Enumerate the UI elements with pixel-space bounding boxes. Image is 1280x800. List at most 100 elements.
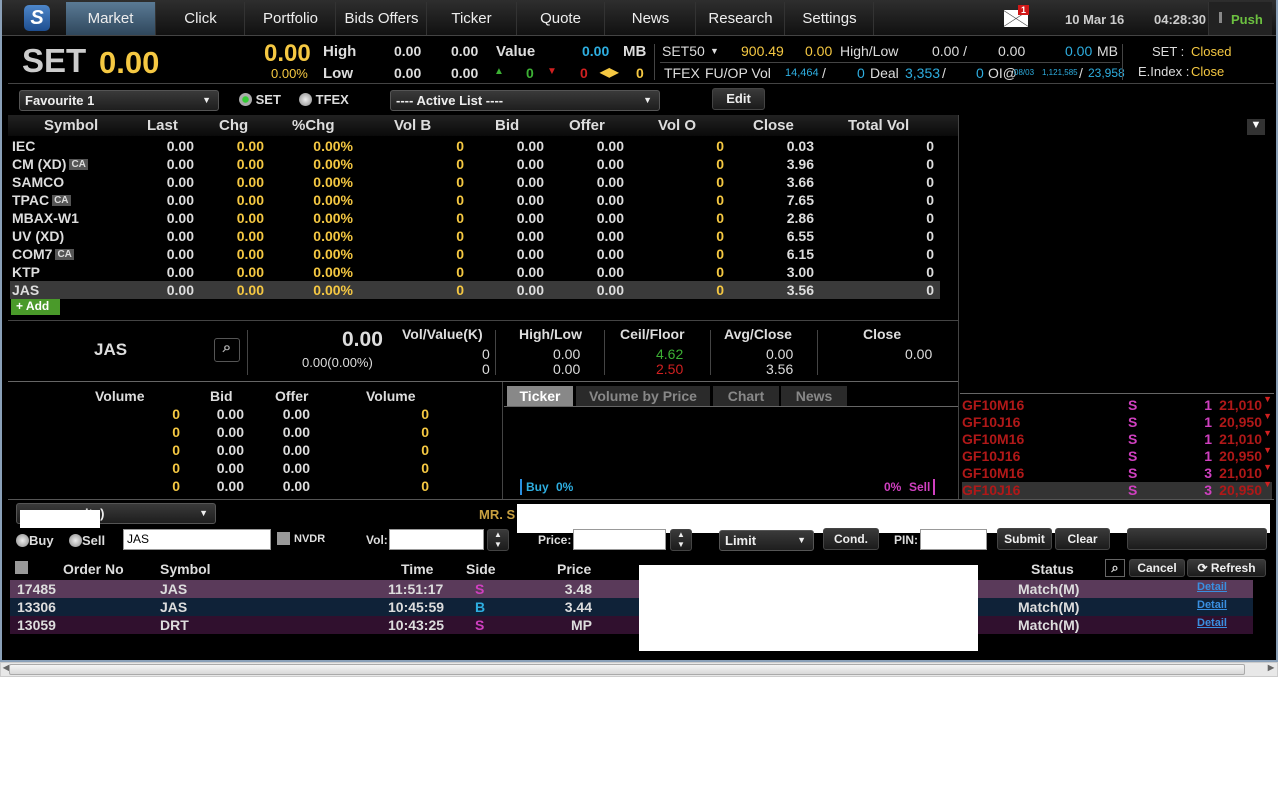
- watchlist-row[interactable]: MBAX-W1 0.00 0.00 0.00% 0 0.00 0.00 0 2.86 0: [10, 209, 940, 227]
- horizontal-scrollbar[interactable]: ◀ ▶: [0, 662, 1278, 677]
- symbol-input[interactable]: JAS: [123, 529, 271, 550]
- watchlist-row[interactable]: CM (XD) CA 0.00 0.00 0.00% 0 0.00 0.00 0 3.96 0: [10, 155, 940, 173]
- order-type-value: Limit: [725, 533, 757, 548]
- column-header-symbol[interactable]: Symbol: [44, 117, 98, 134]
- watchlist-row[interactable]: KTP 0.00 0.00 0.00% 0 0.00 0.00 0 3.00 0: [10, 263, 940, 281]
- select-all-checkbox[interactable]: [15, 561, 28, 574]
- column-header-chg[interactable]: %Chg: [292, 117, 335, 134]
- column-header-bid[interactable]: Bid: [495, 117, 519, 134]
- buy-radio[interactable]: Buy: [16, 533, 54, 548]
- ca-badge: CA: [52, 195, 71, 206]
- bidoffer-cell: 0.00: [216, 424, 244, 440]
- watchlist-row[interactable]: IEC 0.00 0.00 0.00% 0 0.00 0.00 0 0.03 0: [10, 137, 940, 155]
- tab-volume-by-price[interactable]: Volume by Price: [576, 386, 710, 406]
- search-orders-icon[interactable]: ⌕: [1105, 559, 1125, 577]
- column-header-volo[interactable]: Vol O: [658, 117, 696, 134]
- watchlist-row[interactable]: SAMCO 0.00 0.00 0.00% 0 0.00 0.00 0 3.66 0: [10, 173, 940, 191]
- vol-value-label: Vol/Value(K): [402, 326, 483, 342]
- nav-tab-bids-offers[interactable]: Bids Offers: [337, 2, 427, 35]
- op-vol: 0: [857, 65, 865, 81]
- cond-button[interactable]: Cond.: [823, 528, 879, 550]
- column-header-totalvol[interactable]: Total Vol: [848, 117, 909, 134]
- watchlist-row[interactable]: TPAC CA 0.00 0.00 0.00% 0 0.00 0.00 0 7.65 0: [10, 191, 940, 209]
- refresh-button[interactable]: ⟳ Refresh: [1187, 559, 1266, 577]
- watchlist-row[interactable]: COM7 CA 0.00 0.00 0.00% 0 0.00 0.00 0 6.15 0: [10, 245, 940, 263]
- column-header-volb[interactable]: Vol B: [394, 117, 431, 134]
- close-cell: 3.66: [786, 174, 814, 190]
- scroll-thumb[interactable]: [9, 664, 1245, 675]
- order-row[interactable]: 13306 JAS 10:45:59 B 3.44 Match(M) Detail: [10, 598, 1253, 616]
- order-row[interactable]: 13059 DRT 10:43:25 S MP Match(M) Detail: [10, 616, 1253, 634]
- nav-tab-click[interactable]: Click: [157, 2, 245, 35]
- quote-search-icon[interactable]: ⌕: [214, 338, 240, 362]
- watchlist-row[interactable]: UV (XD) 0.00 0.00 0.00% 0 0.00 0.00 0 6.55 0: [10, 227, 940, 245]
- pin-label: PIN:: [894, 533, 918, 547]
- bid-cell: 0.00: [516, 264, 544, 280]
- time: 04:28:30: [1154, 12, 1207, 27]
- blank-button[interactable]: [1127, 528, 1267, 550]
- top-nav: S Market Click Portfolio Bids Offers Ticker Q…: [2, 0, 1276, 36]
- nav-tab-market[interactable]: Market: [66, 2, 156, 35]
- tab-ticker[interactable]: Ticker: [507, 386, 573, 406]
- nav-tab-news[interactable]: News: [606, 2, 696, 35]
- column-header-close[interactable]: Close: [753, 117, 794, 134]
- symbol: JAS: [12, 282, 40, 298]
- nav-tab-ticker[interactable]: Ticker: [427, 2, 517, 35]
- add-button[interactable]: + Add: [11, 299, 60, 315]
- order-type-select[interactable]: Limit ▼: [719, 530, 814, 551]
- column-header-last[interactable]: Last: [147, 117, 178, 134]
- column-header-chg[interactable]: Chg: [219, 117, 248, 134]
- column-header-offer[interactable]: Offer: [569, 117, 605, 134]
- volume: 1: [1204, 414, 1212, 430]
- nav-tab-quote[interactable]: Quote: [517, 2, 605, 35]
- close-value: 0.00: [905, 346, 933, 362]
- detail-link[interactable]: Detail: [1197, 617, 1227, 629]
- active-list-select[interactable]: ---- Active List ---- ▼: [390, 90, 660, 111]
- push-button[interactable]: Push: [1208, 2, 1272, 35]
- volume: 3: [1204, 482, 1212, 498]
- clear-button[interactable]: Clear: [1055, 528, 1110, 550]
- nav-tab-portfolio[interactable]: Portfolio: [246, 2, 336, 35]
- price-stepper[interactable]: ▲ ▼: [670, 529, 692, 551]
- order-time: 10:45:59: [388, 599, 445, 615]
- tab-chart[interactable]: Chart: [713, 386, 779, 406]
- set50-mb: MB: [1097, 43, 1118, 59]
- chevron-down-icon: ▼: [199, 508, 208, 518]
- nav-tab-research[interactable]: Research: [697, 2, 785, 35]
- cancel-button[interactable]: Cancel: [1129, 559, 1185, 577]
- ca-badge: CA: [55, 249, 74, 260]
- offer-cell: 0.00: [596, 192, 624, 208]
- watchlist-row[interactable]: JAS 0.00 0.00 0.00% 0 0.00 0.00 0 3.56 0: [10, 281, 940, 299]
- radio-icon: [69, 534, 82, 547]
- volume-stepper[interactable]: ▲ ▼: [487, 529, 509, 551]
- bidoffer-cell: 0.00: [216, 406, 244, 422]
- fuop-label: FU/OP Vol: [705, 65, 771, 81]
- tab-news[interactable]: News: [781, 386, 847, 406]
- nvdr-checkbox[interactable]: [277, 532, 290, 545]
- favourite-select[interactable]: Favourite 1 ▼: [19, 90, 219, 111]
- set50-dropdown-icon[interactable]: ▼: [710, 46, 719, 56]
- radio-tfex[interactable]: TFEX: [299, 92, 349, 107]
- pct-cell: 0.00%: [313, 138, 353, 154]
- volume-input[interactable]: [389, 529, 484, 550]
- price-input[interactable]: [573, 529, 666, 550]
- sell-radio[interactable]: Sell: [69, 533, 105, 548]
- submit-button[interactable]: Submit: [997, 528, 1052, 550]
- radio-set[interactable]: SET: [239, 92, 281, 107]
- detail-link[interactable]: Detail: [1197, 599, 1227, 611]
- order-row[interactable]: 17485 JAS 11:51:17 S 3.48 Match(M) Detail: [10, 580, 1253, 598]
- vol-label: Vol:: [366, 533, 388, 547]
- scroll-right-arrow[interactable]: ▶: [1268, 663, 1274, 672]
- detail-link[interactable]: Detail: [1197, 581, 1227, 593]
- up-arrow-icon: ▲: [494, 66, 504, 77]
- edit-button[interactable]: Edit: [712, 88, 765, 110]
- bidoffer-cell: 0.00: [216, 442, 244, 458]
- nav-tab-settings[interactable]: Settings: [786, 2, 874, 35]
- close-cell: 7.65: [786, 192, 814, 208]
- bidoffer-cell: 0.00: [216, 478, 244, 494]
- pct-cell: 0.00%: [313, 228, 353, 244]
- pin-input[interactable]: [920, 529, 987, 550]
- oi-date: 08/03: [1014, 68, 1035, 77]
- filter-icon[interactable]: ▼: [1247, 119, 1265, 135]
- tfex-ticker-row: GF10J16 S 1 20,950 ▼: [962, 445, 1272, 465]
